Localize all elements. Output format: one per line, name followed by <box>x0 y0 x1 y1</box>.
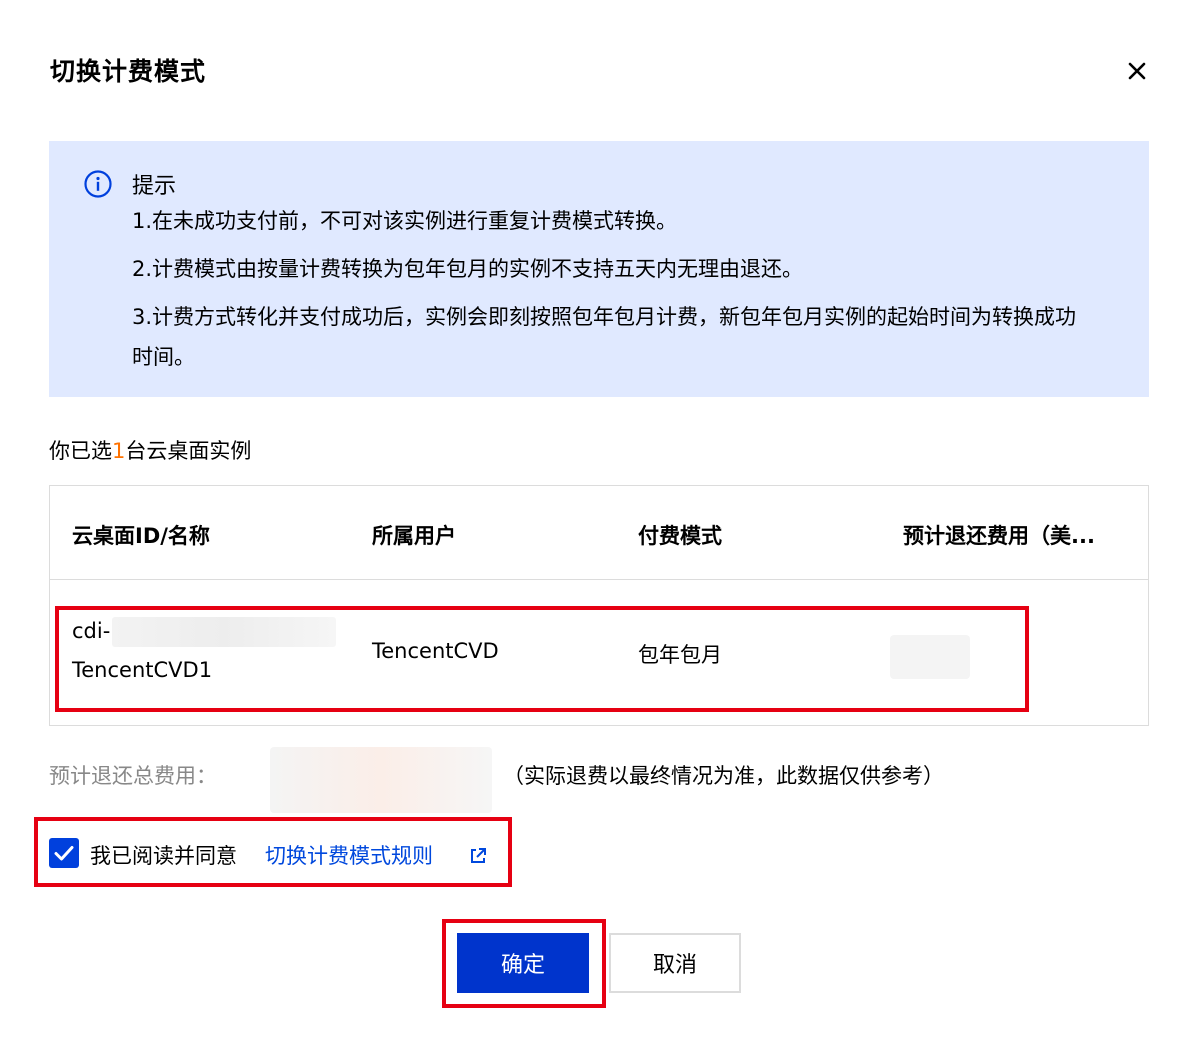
notice-title: 提示 <box>132 174 177 199</box>
notice-line-3: 3.计费方式转化并支付成功后，实例会即刻按照包年包月计费，新包年包月实例的起始时… <box>132 305 1077 369</box>
highlight-agreement <box>34 817 512 887</box>
cancel-button[interactable]: 取消 <box>609 933 741 993</box>
total-refund-note: （实际退费以最终情况为准，此数据仅供参考） <box>503 764 944 788</box>
highlight-confirm-button <box>442 919 606 1008</box>
column-header-id: 云桌面ID/名称 <box>72 524 210 548</box>
notice-box: 提示 1.在未成功支付前，不可对该实例进行重复计费模式转换。 2.计费模式由按量… <box>49 141 1149 397</box>
column-header-refund: 预计退还费用（美... <box>903 524 1095 548</box>
selected-count: 1 <box>112 439 126 463</box>
highlight-table-row <box>55 606 1029 712</box>
dialog-title: 切换计费模式 <box>50 57 207 86</box>
notice-line-1: 1.在未成功支付前，不可对该实例进行重复计费模式转换。 <box>132 209 678 233</box>
notice-line-2: 2.计费模式由按量计费转换为包年包月的实例不支持五天内无理由退还。 <box>132 257 804 281</box>
switch-billing-dialog: 切换计费模式 提示 1.在未成功支付前，不可对该实例进行重复计费模式转换。 2.… <box>0 0 1196 1040</box>
redacted-total-refund <box>270 747 492 813</box>
selected-prefix: 你已选 <box>49 439 112 463</box>
column-header-user: 所属用户 <box>372 524 456 548</box>
info-icon <box>83 169 113 199</box>
table-header: 云桌面ID/名称 所属用户 付费模式 预计退还费用（美... <box>50 486 1148 580</box>
selected-suffix: 台云桌面实例 <box>125 439 252 463</box>
total-refund-label: 预计退还总费用： <box>49 764 217 788</box>
column-header-billing: 付费模式 <box>638 524 722 548</box>
selected-count-text: 你已选1台云桌面实例 <box>49 435 251 465</box>
close-icon[interactable] <box>1122 56 1152 86</box>
